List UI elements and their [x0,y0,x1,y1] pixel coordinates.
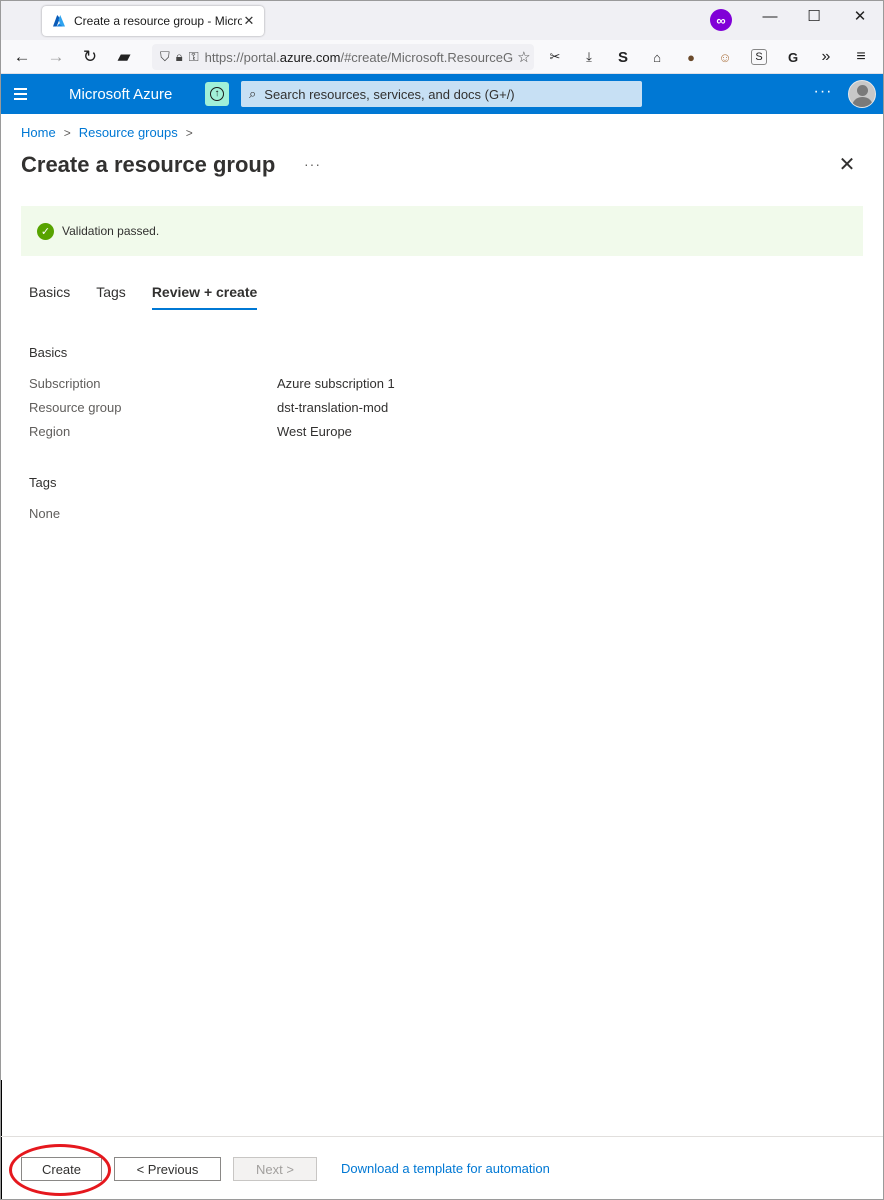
subscription-value: Azure subscription 1 [277,376,395,391]
region-value: West Europe [277,424,352,439]
screenshot-icon[interactable]: ✂ [544,46,566,68]
page-title: Create a resource group [21,152,276,177]
close-window-button[interactable]: ✕ [838,6,882,26]
tab-review-create[interactable]: Review + create [151,284,258,310]
menu-icon[interactable]: ≡ [850,46,872,68]
subscription-label: Subscription [29,376,101,391]
basket-icon[interactable]: ⌂ [646,46,668,68]
global-search[interactable]: ⌕ [241,81,642,107]
previous-button[interactable]: < Previous [114,1157,221,1181]
s-extension-icon[interactable]: S [612,46,634,68]
tab-tags[interactable]: Tags [96,284,126,310]
upgrade-icon[interactable]: ↑ [205,82,229,106]
browser-tab-title: Create a resource group - Microsoft Azur… [74,14,242,28]
shield-icon[interactable]: ⛉ [160,49,170,65]
avatar[interactable] [848,80,876,108]
download-icon[interactable]: ⤓ [578,46,600,68]
hamburger-menu-icon[interactable] [12,84,40,104]
validation-banner: ✓ Validation passed. [21,206,863,256]
url-text[interactable]: https://portal.azure.com/#create/Microso… [205,50,514,65]
more-options-icon[interactable]: ··· [810,83,836,103]
cookie-icon[interactable]: ● [680,46,702,68]
s-square-icon[interactable]: S [751,49,767,65]
window-edge [0,1080,2,1200]
resource-group-value: dst-translation-mod [277,400,389,415]
resource-group-label: Resource group [29,400,122,415]
overflow-icon[interactable]: » [815,46,837,68]
search-icon: ⌕ [249,86,257,101]
azure-top-bar: Microsoft Azure ↑ ⌕ ··· [0,74,884,114]
wizard-tabs: Basics Tags Review + create [29,284,283,310]
validation-message: Validation passed. [62,224,160,238]
bookmark-star-icon[interactable]: ☆ [514,48,534,66]
breadcrumb: Home > Resource groups > [21,125,201,140]
search-input[interactable] [264,86,625,102]
reload-icon[interactable]: ↻ [78,45,102,69]
maximize-window-button[interactable]: ☐ [792,6,836,26]
close-icon[interactable]: ✕ [836,154,858,176]
chevron-right-icon: > [185,125,193,140]
g-extension-icon[interactable]: G [782,46,804,68]
private-browsing-icon: ∞ [710,9,732,31]
forward-icon[interactable]: → [44,45,68,69]
chevron-right-icon: > [63,125,71,140]
tags-value: None [29,506,61,521]
next-button[interactable]: Next > [233,1157,317,1181]
check-circle-icon: ✓ [37,222,54,240]
back-icon[interactable]: ← [10,45,34,69]
download-template-link[interactable]: Download a template for automation [341,1161,550,1176]
azure-brand[interactable]: Microsoft Azure [69,86,172,103]
key-icon[interactable]: ⚿ [189,49,199,65]
breadcrumb-home[interactable]: Home [21,125,56,140]
window-frame [0,0,884,1200]
browser-navigation-bar: ← → ↻ ▰ ⛉ 🔒︎ ⚿ https://portal.azure.com/… [0,40,884,74]
close-tab-icon[interactable]: ✕ [242,13,256,29]
browser-tab-bar: Create a resource group - Microsoft Azur… [0,0,884,40]
tab-basics[interactable]: Basics [29,284,70,310]
minimize-window-button[interactable]: — [748,6,792,26]
more-options-icon[interactable]: ··· [304,156,321,172]
monkey-icon[interactable]: ☺ [714,46,736,68]
browser-tab[interactable]: Create a resource group - Microsoft Azur… [42,6,264,36]
create-button[interactable]: Create [21,1157,102,1181]
lock-icon[interactable]: 🔒︎ [176,49,183,65]
azure-logo-icon [53,15,65,27]
breadcrumb-resource-groups[interactable]: Resource groups [79,125,178,140]
tags-section-heading: Tags [29,475,57,490]
basics-section-heading: Basics [29,345,68,360]
footer-divider [1,1136,883,1137]
address-bar[interactable]: ⛉ 🔒︎ ⚿ https://portal.azure.com/#create/… [152,44,534,70]
extension-icon[interactable]: ▰ [112,45,136,69]
region-label: Region [29,424,71,439]
